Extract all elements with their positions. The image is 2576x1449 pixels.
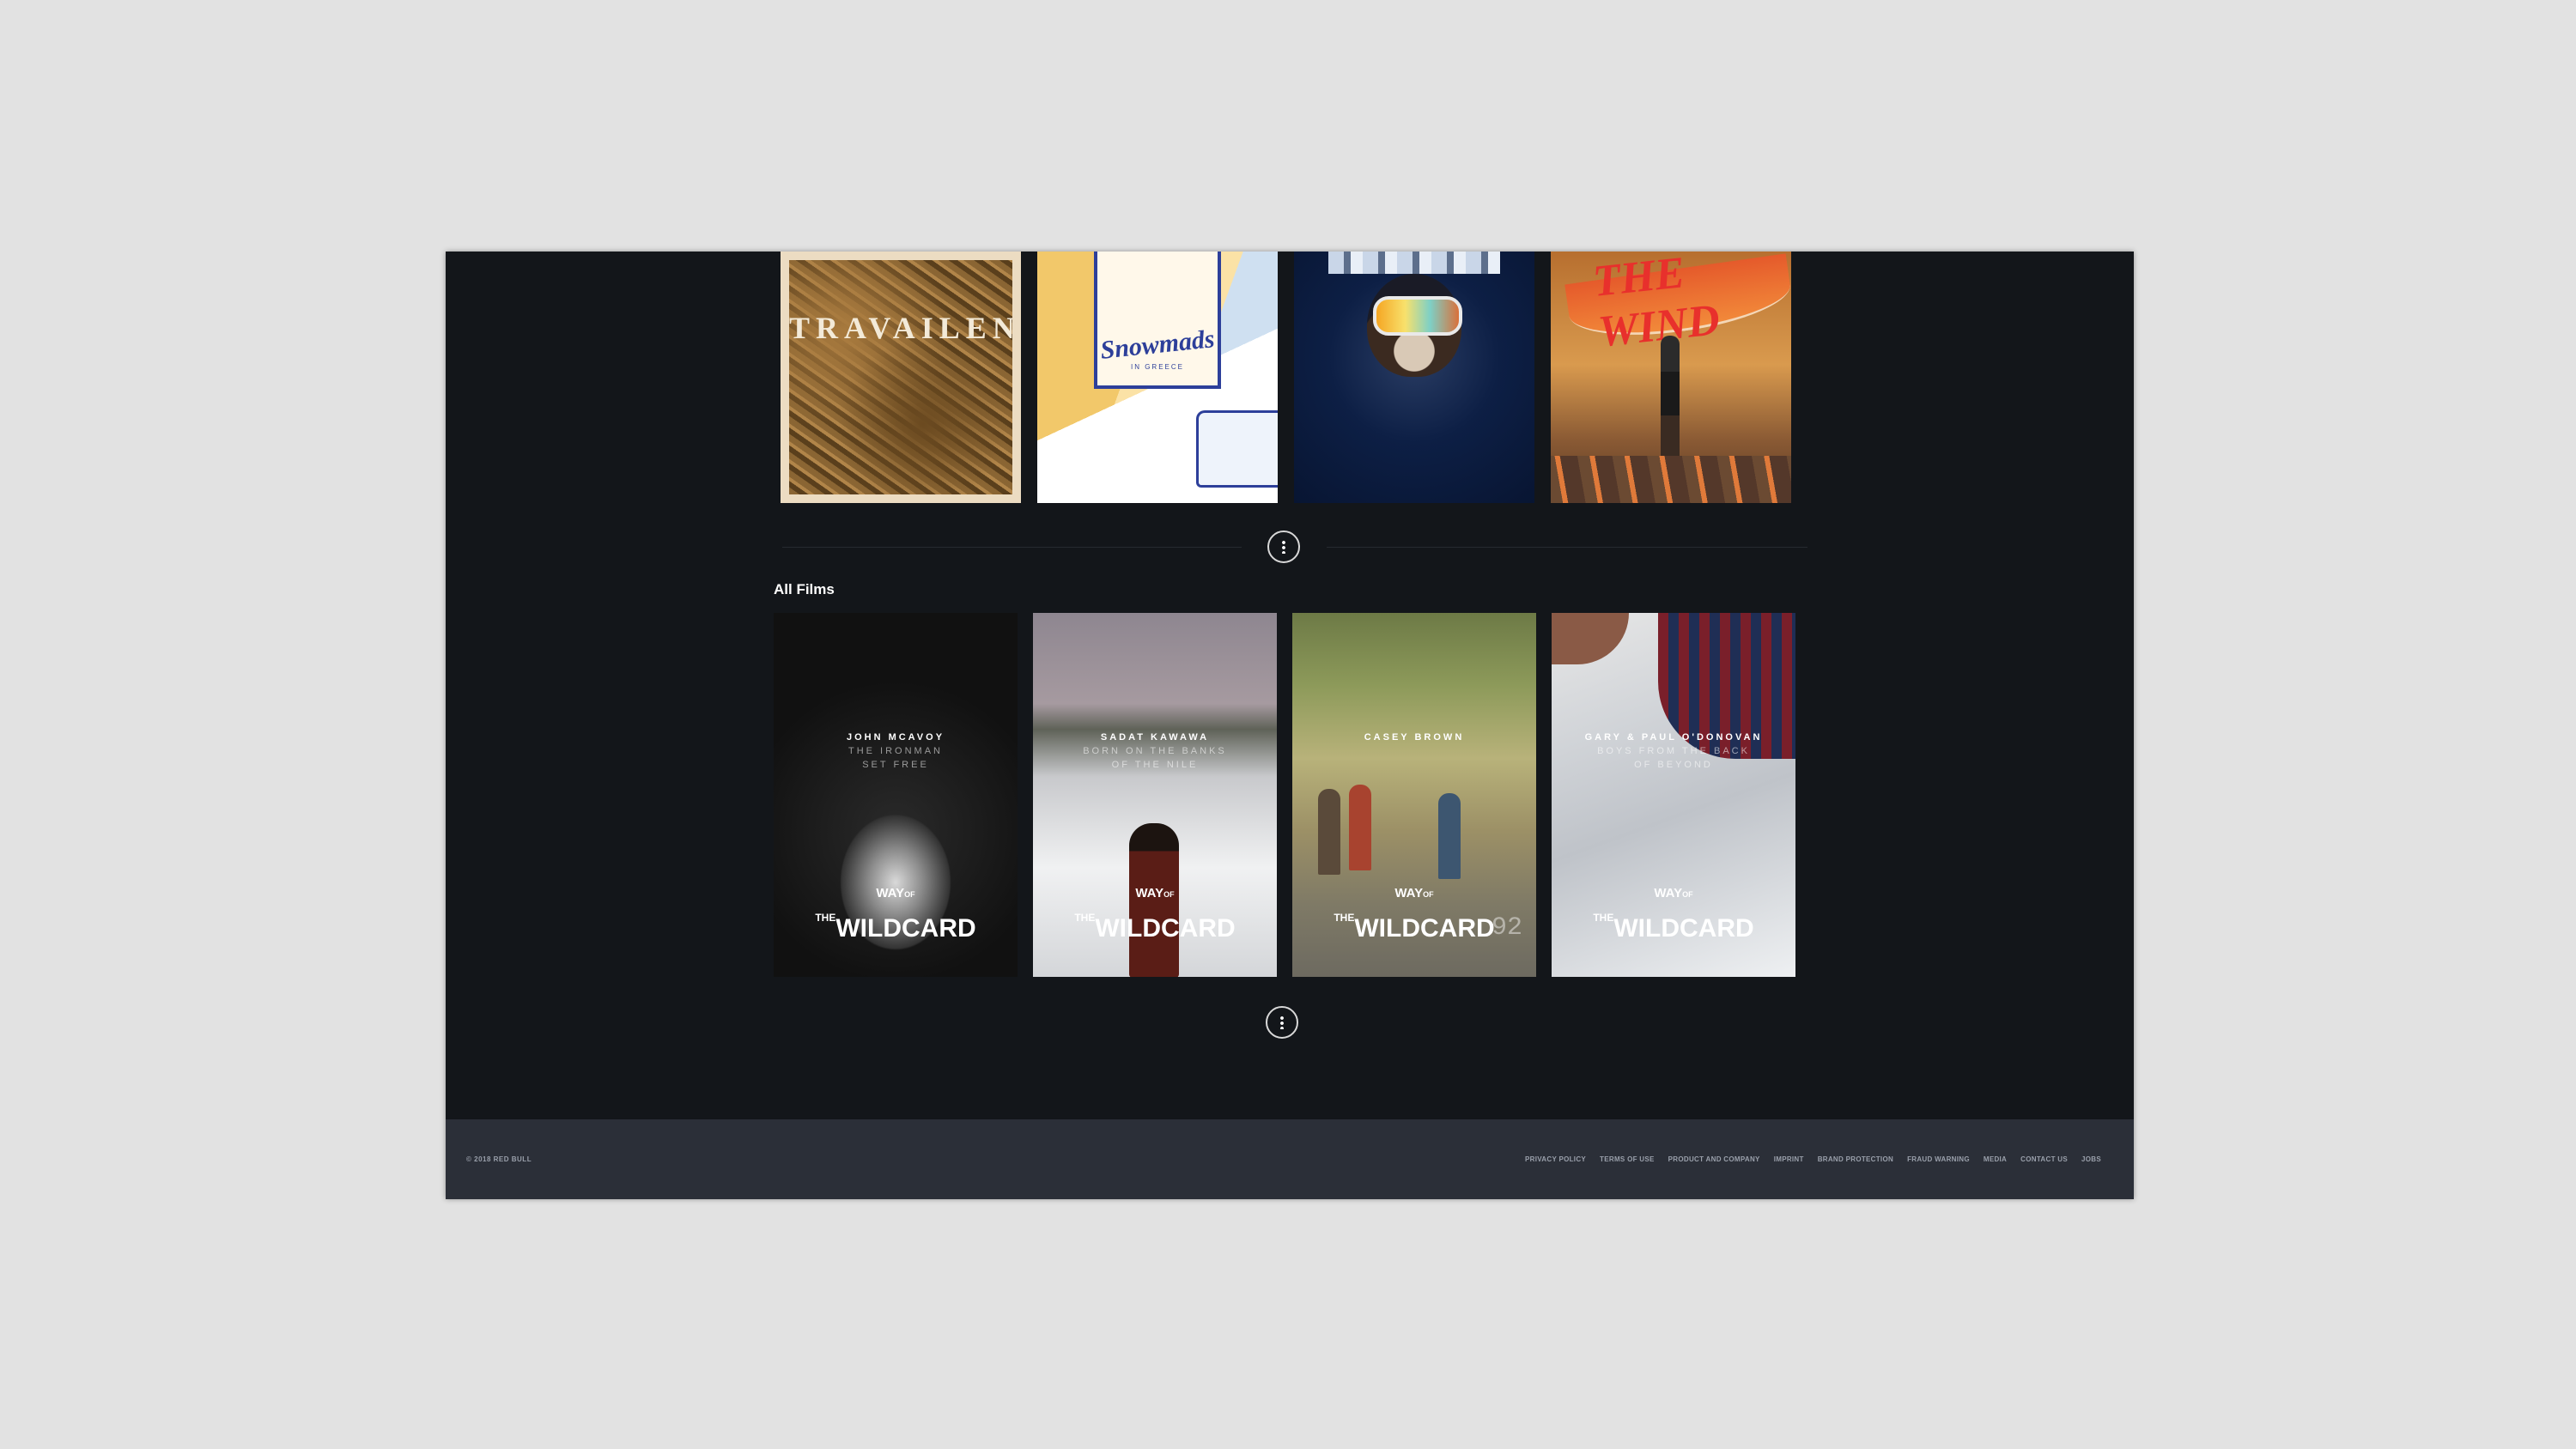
film-subject: [1552, 613, 1629, 664]
vertical-dots-icon: [1280, 1016, 1284, 1029]
way-of-the-wildcard-logo: THEWILDCARD WAYOF: [1074, 886, 1236, 943]
film-person: JOHN MCAVOY: [846, 732, 945, 743]
film-credits: CASEY BROWN: [1292, 731, 1536, 744]
ski-goggles: [1373, 296, 1462, 336]
poster-ground: [1551, 456, 1791, 503]
film-card[interactable]: GARY & PAUL O'DONOVAN BOYS FROM THE BACK…: [1552, 613, 1795, 977]
film-subject: [1438, 793, 1461, 879]
kite-rider: [1661, 336, 1680, 464]
footer-link-privacy-policy[interactable]: PRIVACY POLICY: [1525, 1155, 1586, 1163]
film-credits: GARY & PAUL O'DONOVAN BOYS FROM THE BACK…: [1552, 731, 1795, 772]
vertical-dots-icon: [1282, 540, 1285, 554]
divider-right: [1327, 547, 1807, 548]
van-illustration: [1196, 410, 1278, 488]
browser-viewport: TRAVAILEN Snowmads IN GREECE THE WIND Al…: [446, 252, 2134, 1199]
film-person: CASEY BROWN: [1364, 732, 1465, 743]
film-card[interactable]: CASEY BROWN 92 THEWILDCARD WAYOF: [1292, 613, 1536, 977]
footer-link-imprint[interactable]: IMPRINT: [1774, 1155, 1804, 1163]
film-tagline: BORN ON THE BANKS: [1083, 746, 1227, 756]
poster-title: TRAVAILEN: [789, 311, 1021, 345]
footer-links: PRIVACY POLICY TERMS OF USE PRODUCT AND …: [1525, 1155, 2101, 1163]
poster-title-strip: [1328, 252, 1500, 274]
footer-link-product-and-company[interactable]: PRODUCT AND COMPANY: [1668, 1155, 1760, 1163]
poster-title: THE WIND: [1590, 252, 1722, 357]
film-subject: [1349, 785, 1371, 870]
poster-the-wind[interactable]: THE WIND: [1551, 252, 1791, 503]
footer: © 2018 RED BULL PRIVACY POLICY TERMS OF …: [446, 1119, 2134, 1199]
footer-link-terms-of-use[interactable]: TERMS OF USE: [1600, 1155, 1655, 1163]
way-of-the-wildcard-logo: THEWILDCARD WAYOF: [1593, 886, 1754, 943]
copyright: © 2018 RED BULL: [466, 1155, 532, 1163]
film-tagline: THE IRONMAN: [848, 746, 943, 756]
way-of-the-wildcard-logo: THEWILDCARD WAYOF: [815, 886, 976, 943]
film-person: GARY & PAUL O'DONOVAN: [1584, 732, 1763, 743]
footer-link-fraud-warning[interactable]: FRAUD WARNING: [1907, 1155, 1970, 1163]
film-credits: SADAT KAWAWA BORN ON THE BANKS OF THE NI…: [1033, 731, 1277, 772]
film-tagline: SET FREE: [862, 760, 929, 770]
more-options-button[interactable]: [1267, 530, 1300, 563]
footer-link-media[interactable]: MEDIA: [1984, 1155, 2007, 1163]
footer-link-brand-protection[interactable]: BRAND PROTECTION: [1818, 1155, 1893, 1163]
poster-badge: Snowmads IN GREECE: [1094, 252, 1221, 389]
load-more-button[interactable]: [1266, 1006, 1298, 1039]
section-title: All Films: [774, 581, 835, 597]
way-of-the-wildcard-logo: THEWILDCARD WAYOF: [1334, 886, 1495, 943]
divider-left: [782, 547, 1242, 548]
film-tagline: OF THE NILE: [1111, 760, 1199, 770]
film-credits: JOHN MCAVOY THE IRONMAN SET FREE: [774, 731, 1018, 772]
footer-link-contact-us[interactable]: CONTACT US: [2020, 1155, 2068, 1163]
poster-subtitle: IN GREECE: [1130, 363, 1184, 371]
film-tagline: OF BEYOND: [1634, 760, 1713, 770]
footer-link-jobs[interactable]: JOBS: [2081, 1155, 2101, 1163]
poster-travailen[interactable]: TRAVAILEN: [781, 252, 1021, 503]
film-card[interactable]: SADAT KAWAWA BORN ON THE BANKS OF THE NI…: [1033, 613, 1277, 977]
film-subject: [1318, 789, 1340, 875]
film-card[interactable]: JOHN MCAVOY THE IRONMAN SET FREE THEWILD…: [774, 613, 1018, 977]
poster-goggles[interactable]: [1294, 252, 1534, 503]
film-tagline: BOYS FROM THE BACK: [1597, 746, 1750, 756]
film-person: SADAT KAWAWA: [1100, 732, 1210, 743]
poster-title: Snowmads: [1098, 324, 1216, 365]
poster-snowmads[interactable]: Snowmads IN GREECE: [1037, 252, 1278, 503]
